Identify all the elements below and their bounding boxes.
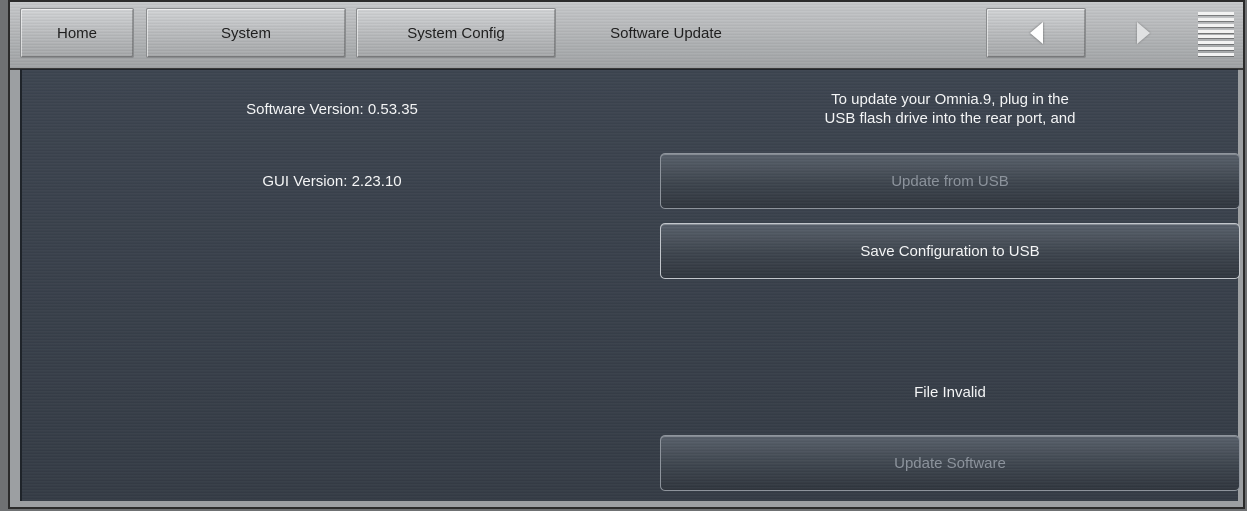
menu-icon[interactable] [1198, 12, 1234, 56]
tab-system-config-label: System Config [407, 24, 505, 42]
gui-version: GUI Version: 2.23.10 [262, 173, 402, 190]
back-button[interactable] [986, 8, 1086, 58]
file-status: File Invalid [914, 384, 986, 401]
update-instructions-line1: To update your Omnia.9, plug in the [831, 91, 1069, 108]
tab-system-config[interactable]: System Config [356, 8, 556, 58]
tab-system[interactable]: System [146, 8, 346, 58]
tab-home-label: Home [56, 24, 97, 42]
update-from-usb-button[interactable]: Update from USB [660, 153, 1240, 209]
save-configuration-button[interactable]: Save Configuration to USB [660, 223, 1240, 279]
save-configuration-label: Save Configuration to USB [860, 242, 1040, 260]
top-nav-bar: Home System System Config Software Updat… [10, 2, 1243, 70]
tab-system-label: System [220, 24, 271, 42]
chevron-left-icon [1029, 22, 1043, 44]
current-page-title: Software Update [566, 8, 766, 58]
software-version: Software Version: 0.53.35 [246, 101, 418, 118]
update-software-button[interactable]: Update Software [660, 435, 1240, 491]
update-instructions-line2: USB flash drive into the rear port, and [824, 110, 1076, 127]
tab-home[interactable]: Home [20, 8, 134, 58]
window-frame: Home System System Config Software Updat… [8, 0, 1245, 509]
update-software-label: Update Software [894, 454, 1006, 472]
update-from-usb-label: Update from USB [891, 172, 1009, 190]
forward-button[interactable] [1098, 8, 1188, 58]
chevron-right-icon [1136, 22, 1150, 44]
current-page-label: Software Update [610, 24, 722, 42]
software-update-panel: Software Version: 0.53.35 GUI Version: 2… [20, 69, 1240, 501]
